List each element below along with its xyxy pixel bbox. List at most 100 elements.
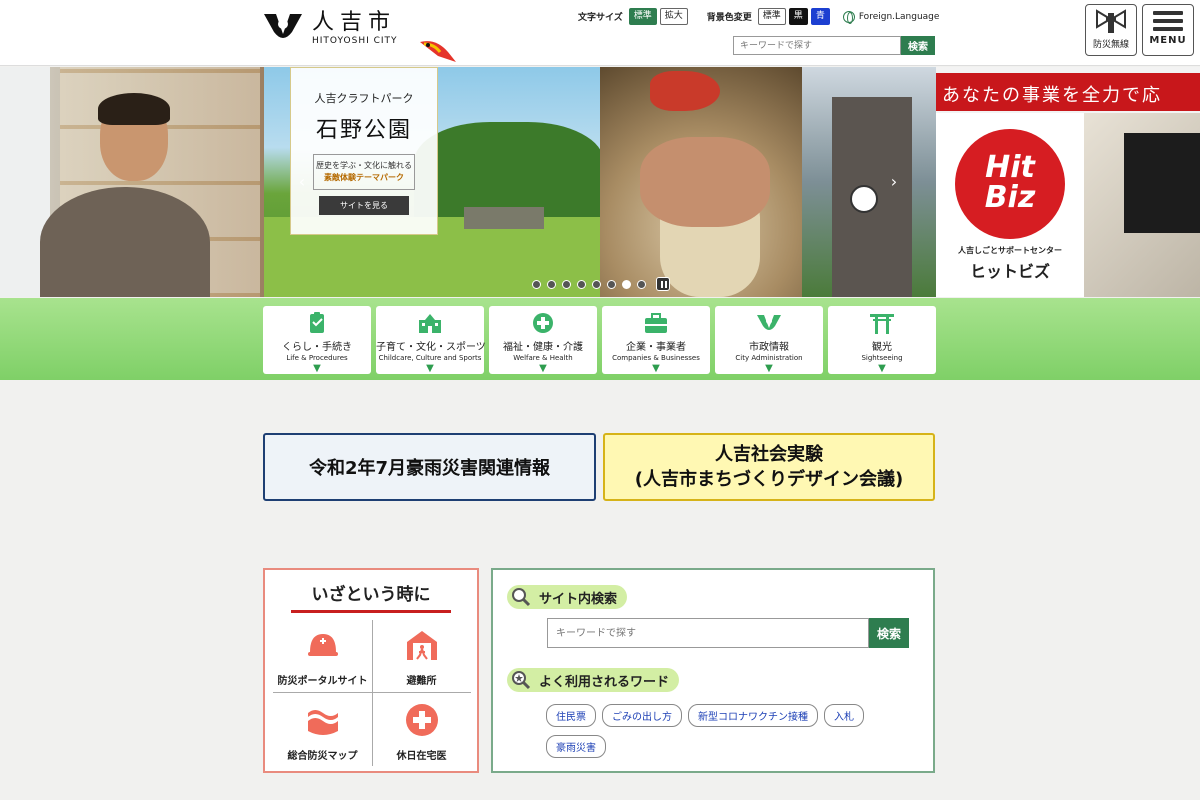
category-item-school[interactable]: 子育て・文化・スポーツ Childcare, Culture and Sports… [376, 306, 486, 374]
chevron-down-icon: ▼ [765, 363, 773, 374]
carousel-dot[interactable] [547, 279, 556, 289]
carousel-dot[interactable] [637, 279, 646, 289]
category-item-torii[interactable]: 観光 Sightseeing ▼ [828, 306, 936, 374]
school-icon [417, 312, 443, 334]
carousel-prev-icon[interactable]: ‹ [294, 172, 310, 192]
city-emblem-icon [264, 14, 302, 38]
site-search-heading-text: サイト内検索 [539, 592, 618, 607]
logo-japanese: 人吉市 [312, 10, 397, 35]
hero-card-subtitle: 人吉クラフトパーク [314, 92, 414, 105]
carousel-dot[interactable] [592, 279, 601, 289]
foreign-language-label: Foreign.Language [858, 11, 940, 22]
hazard-map-label: 総合防災マップ [287, 751, 358, 762]
font-size-label: 文字サイズ [578, 13, 623, 23]
carousel-dot[interactable] [562, 279, 571, 289]
bg-color-label: 背景色変更 [706, 13, 752, 23]
hazard-map-link[interactable]: 総合防災マップ [273, 693, 372, 767]
font-standard-button[interactable]: 標準 [628, 8, 657, 25]
flood-info-label: 令和2年7月豪雨災害関連情報 [308, 458, 551, 479]
emergency-panel: いざという時に 防災ポータルサイト 避難所 総合防災マップ 休日在宅医 [263, 568, 479, 773]
flood-wave-icon [307, 710, 338, 735]
chevron-down-icon: ▼ [313, 363, 321, 374]
hero-card-line1: 歴史を学ぶ・文化に触れる [316, 161, 412, 170]
hero-slide-park[interactable]: 人吉クラフトパーク 石野公園 歴史を学ぶ・文化に触れる 素敵体験テーマパーク サ… [264, 67, 604, 297]
hamburger-icon [1153, 11, 1183, 31]
carousel-dot[interactable] [532, 279, 541, 289]
hero-slide-hitbiz[interactable]: あなたの事業を全力で応 Hit Biz 人吉しごとサポートセンター ヒットビズ [936, 67, 1200, 297]
foreign-language-link[interactable]: Foreign.Language [842, 10, 940, 24]
helmet-icon [307, 634, 338, 656]
header-search-input[interactable] [733, 36, 901, 55]
category-label-jp: 子育て・文化・スポーツ [376, 342, 486, 353]
popular-words-heading-text: よく利用されるワード [539, 675, 670, 690]
hitbiz-banner-text: あなたの事業を全力で応 [936, 73, 1200, 111]
menu-label: MENU [1149, 35, 1187, 46]
category-label-jp: 市政情報 [749, 342, 789, 353]
site-header: 人吉市 HITOYOSHI CITY 文字サイズ 標準 拡大 背景色変更 標準 … [0, 0, 1200, 66]
accessibility-tools: 文字サイズ 標準 拡大 背景色変更 標準 黒 青 Foreign.Languag… [578, 8, 939, 25]
popular-words-heading: よく利用されるワード [507, 668, 680, 692]
popular-word-link[interactable]: 新型コロナワクチン接種 [688, 704, 818, 727]
carousel-dot[interactable] [577, 279, 586, 289]
site-logo[interactable]: 人吉市 HITOYOSHI CITY [262, 10, 398, 46]
category-nav: くらし・手続き Life & Procedures ▼ 子育て・文化・スポーツ Chil… [0, 298, 1200, 380]
category-label-en: City Administration [735, 354, 803, 362]
category-label-jp: 企業・事業者 [626, 342, 686, 353]
hitbiz-circle: Hit Biz [955, 129, 1065, 239]
bg-black-button[interactable]: 黒 [788, 8, 808, 25]
bg-blue-button[interactable]: 青 [810, 8, 830, 25]
category-label-en: Life & Procedures [286, 354, 348, 362]
hero-card-line2: 素敵体験テーマパーク [324, 173, 404, 182]
social-experiment-banner[interactable]: 人吉社会実験 (人吉市まちづくりデザイン会議) [603, 433, 935, 501]
hitbiz-logo-line2: Biz [984, 180, 1036, 215]
site-search-button[interactable]: 検索 [869, 618, 909, 648]
hero-slide-clocktower[interactable] [802, 67, 936, 297]
carousel-next-icon[interactable]: › [886, 172, 902, 192]
loudspeaker-icon [1096, 9, 1126, 33]
menu-button[interactable]: MENU [1142, 4, 1194, 56]
category-item-city-emblem[interactable]: 市政情報 City Administration ▼ [715, 306, 823, 374]
header-search-button[interactable]: 検索 [901, 36, 935, 55]
hero-slide-pottery[interactable] [600, 67, 802, 297]
holiday-doctor-link[interactable]: 休日在宅医 [372, 693, 471, 767]
social-experiment-line2: (人吉市まちづくりデザイン会議) [634, 469, 904, 490]
carousel-dot[interactable] [622, 279, 631, 289]
hitbiz-name: ヒットビズ [969, 262, 1050, 281]
health-cross-icon [530, 312, 556, 334]
popular-word-link[interactable]: 住民票 [546, 704, 596, 727]
magnifier-icon [512, 588, 531, 607]
popular-word-link[interactable]: 豪雨災害 [546, 735, 606, 758]
chevron-down-icon: ▼ [878, 363, 886, 374]
kite-illustration [420, 41, 456, 62]
category-label-jp: 福祉・健康・介護 [503, 342, 583, 353]
site-search-heading: サイト内検索 [507, 585, 628, 609]
hero-card-tagline: 歴史を学ぶ・文化に触れる 素敵体験テーマパーク [313, 154, 415, 190]
hitbiz-subtitle: 人吉しごとサポートセンター [958, 246, 1062, 255]
hero-carousel[interactable]: 人吉クラフトパーク 石野公園 歴史を学ぶ・文化に触れる 素敵体験テーマパーク サ… [0, 67, 1200, 297]
category-item-health-cross[interactable]: 福祉・健康・介護 Welfare & Health ▼ [489, 306, 597, 374]
disaster-portal-label: 防災ポータルサイト [277, 676, 368, 687]
category-item-clipboard[interactable]: くらし・手続き Life & Procedures ▼ [263, 306, 371, 374]
briefcase-icon [643, 312, 669, 334]
disaster-portal-link[interactable]: 防災ポータルサイト [273, 618, 372, 692]
flood-info-banner[interactable]: 令和2年7月豪雨災害関連情報 [263, 433, 596, 501]
popular-word-link[interactable]: 入札 [824, 704, 864, 727]
category-item-briefcase[interactable]: 企業・事業者 Companies & Businesses ▼ [602, 306, 710, 374]
font-large-button[interactable]: 拡大 [659, 8, 688, 25]
evacuation-shelter-link[interactable]: 避難所 [372, 618, 471, 692]
carousel-pause-icon[interactable] [656, 277, 670, 291]
disaster-radio-button[interactable]: 防災無線 [1085, 4, 1137, 56]
bg-standard-button[interactable]: 標準 [757, 8, 786, 25]
chevron-down-icon: ▼ [426, 363, 434, 374]
site-search-input[interactable] [547, 618, 869, 648]
hero-slide-person[interactable] [0, 67, 264, 297]
hero-card-title: 石野公園 [315, 118, 412, 143]
category-label-jp: 観光 [872, 342, 892, 353]
carousel-dot[interactable] [607, 279, 616, 289]
logo-english: HITOYOSHI CITY [312, 36, 398, 46]
globe-icon [842, 10, 855, 24]
hero-card-button[interactable]: サイトを見る [319, 196, 409, 215]
chevron-down-icon: ▼ [539, 363, 547, 374]
shelter-icon [406, 631, 437, 660]
popular-word-link[interactable]: ごみの出し方 [602, 704, 682, 727]
